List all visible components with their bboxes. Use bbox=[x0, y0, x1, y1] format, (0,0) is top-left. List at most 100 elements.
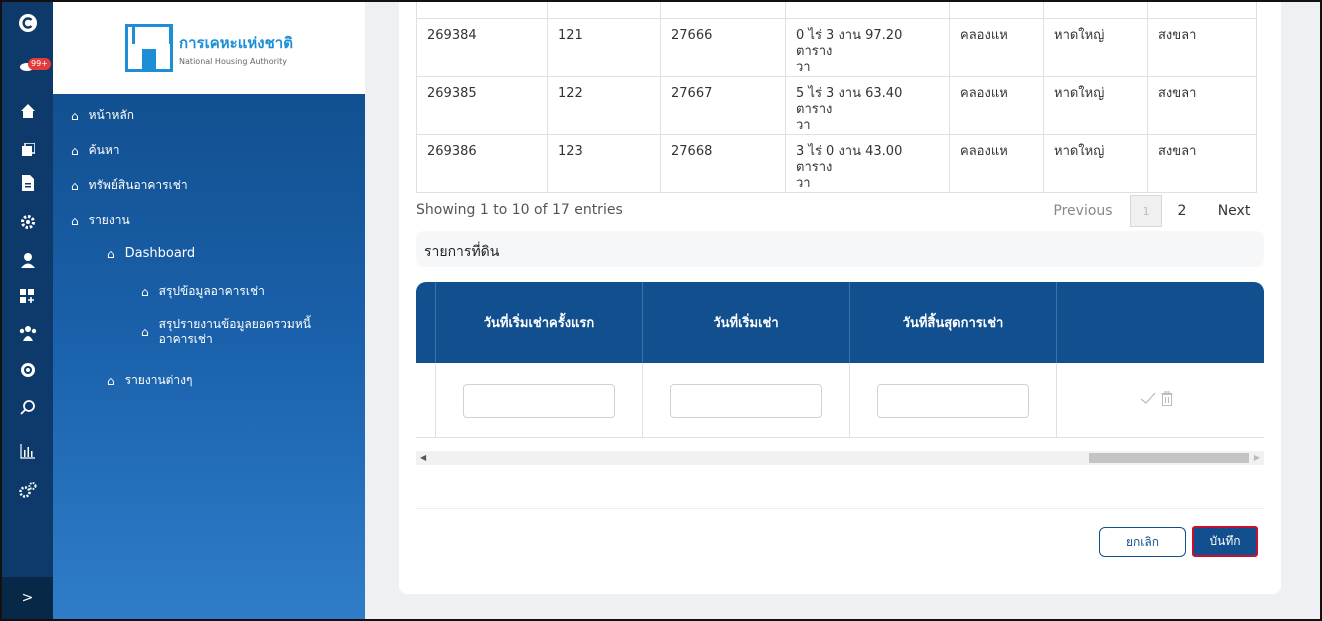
first-lease-start-input[interactable] bbox=[463, 384, 615, 418]
table-cell: หาดใหญ่ bbox=[1043, 18, 1148, 77]
lease-start-input[interactable] bbox=[670, 384, 822, 418]
table-cell: สงขลา bbox=[1147, 134, 1257, 193]
home-outline-icon: ⌂ bbox=[107, 246, 115, 261]
icon-rail: 99+ > bbox=[2, 2, 53, 619]
grid-plus-icon[interactable] bbox=[2, 283, 53, 309]
table-cell: 121 bbox=[547, 18, 661, 77]
logo-c-icon[interactable] bbox=[2, 10, 53, 36]
lease-end-input[interactable] bbox=[877, 384, 1029, 418]
sidebar-item-label: หน้าหลัก bbox=[88, 108, 135, 122]
sidebar-item-debt-summary[interactable]: ⌂ สรุปรายงานข้อมูลยอดรวมหนี้ อาคารเช่า bbox=[141, 317, 311, 347]
table-cell-area: 5 ไร่ 3 งาน 63.40 ตาราง วา bbox=[785, 76, 950, 135]
area-line2: วา bbox=[796, 59, 811, 75]
home-outline-icon: ⌂ bbox=[71, 213, 79, 228]
confirm-check-icon[interactable] bbox=[1140, 391, 1156, 409]
table-cell: คลองแห bbox=[949, 134, 1044, 193]
table-cell: 269385 bbox=[416, 76, 548, 135]
table-cell: 269386 bbox=[416, 134, 548, 193]
table-cell: หาดใหญ่ bbox=[1043, 76, 1148, 135]
home-outline-icon: ⌂ bbox=[107, 373, 115, 388]
users-icon[interactable] bbox=[2, 320, 53, 346]
sidebar-item-label: ค้นหา bbox=[88, 143, 120, 157]
table-cell: 123 bbox=[547, 134, 661, 193]
home-outline-icon: ⌂ bbox=[71, 178, 79, 193]
sidebar-toggle-button[interactable]: > bbox=[2, 577, 53, 619]
sidebar-item-label: สรุปรายงานข้อมูลยอดรวมหนี้ bbox=[158, 317, 311, 331]
table-row bbox=[416, 2, 1257, 19]
scroll-right-icon[interactable]: ▶ bbox=[1254, 451, 1260, 465]
table-cell: 27666 bbox=[660, 18, 786, 77]
file-icon[interactable] bbox=[2, 170, 53, 196]
logo-name-en: National Housing Authority bbox=[179, 56, 288, 66]
pagination-page-1[interactable]: 1 bbox=[1130, 195, 1162, 227]
lease-table-header: วันที่เริ่มเช่าครั้งแรก วันที่เริ่มเช่า … bbox=[416, 282, 1264, 363]
search-icon[interactable] bbox=[2, 394, 53, 420]
sidebar-item-label: ทรัพย์สินอาคารเช่า bbox=[88, 178, 188, 192]
table-row[interactable]: 269385 122 27667 5 ไร่ 3 งาน 63.40 ตาราง… bbox=[416, 76, 1257, 135]
sidebar-item-label: สรุปข้อมูลอาคารเช่า bbox=[158, 284, 265, 298]
home-outline-icon: ⌂ bbox=[71, 143, 79, 158]
copy-icon[interactable] bbox=[2, 137, 53, 163]
table-cell-area: 3 ไร่ 0 งาน 43.00 ตาราง วา bbox=[785, 134, 950, 193]
table-row[interactable]: 269384 121 27666 0 ไร่ 3 งาน 97.20 ตาราง… bbox=[416, 18, 1257, 77]
table-cell: หาดใหญ่ bbox=[1043, 134, 1148, 193]
sidebar-item-reports[interactable]: ⌂ รายงาน bbox=[71, 211, 130, 230]
sidebar-item-dashboard[interactable]: ⌂ Dashboard bbox=[107, 246, 195, 261]
table-cell: 27667 bbox=[660, 76, 786, 135]
home-icon[interactable] bbox=[2, 98, 53, 124]
area-line2: วา bbox=[796, 117, 811, 133]
table-cell: สงขลา bbox=[1147, 76, 1257, 135]
cancel-button[interactable]: ยกเลิก bbox=[1099, 527, 1186, 557]
table-cell: 27668 bbox=[660, 134, 786, 193]
app-frame: 99+ > การเคหะแห่งชาติ National Housing A… bbox=[0, 0, 1322, 621]
table-cell: คลองแห bbox=[949, 76, 1044, 135]
sidebar-item-rental-assets[interactable]: ⌂ ทรัพย์สินอาคารเช่า bbox=[71, 176, 188, 195]
section-title: รายการที่ดิน bbox=[416, 231, 1264, 267]
area-line1: 0 ไร่ 3 งาน 97.20 ตาราง bbox=[796, 27, 903, 59]
sidebar-item-label: Dashboard bbox=[124, 246, 196, 261]
sidebar-item-other-reports[interactable]: ⌂ รายงานต่างๆ bbox=[107, 371, 192, 390]
delete-trash-icon[interactable] bbox=[1161, 390, 1173, 410]
area-line1: 5 ไร่ 3 งาน 63.40 ตาราง bbox=[796, 85, 903, 117]
lease-table-row bbox=[416, 363, 1264, 438]
sidebar-item-home[interactable]: ⌂ หน้าหลัก bbox=[71, 106, 134, 125]
header-first-lease-start: วันที่เริ่มเช่าครั้งแรก bbox=[483, 316, 595, 331]
entries-summary: Showing 1 to 10 of 17 entries bbox=[416, 202, 623, 218]
gear-icon[interactable] bbox=[2, 209, 53, 235]
sidebar-item-rental-summary[interactable]: ⌂ สรุปข้อมูลอาคารเช่า bbox=[141, 282, 265, 301]
area-line2: วา bbox=[796, 175, 811, 191]
sidebar-item-label-line2: อาคารเช่า bbox=[158, 332, 213, 346]
home-outline-icon: ⌂ bbox=[141, 325, 149, 339]
sidebar-item-label: รายงาน bbox=[88, 213, 130, 227]
settings-icon[interactable] bbox=[2, 357, 53, 383]
home-outline-icon: ⌂ bbox=[71, 108, 79, 123]
scroll-left-icon[interactable]: ◀ bbox=[420, 451, 426, 465]
table-cell: 122 bbox=[547, 76, 661, 135]
header-lease-end: วันที่สิ้นสุดการเช่า bbox=[902, 316, 1004, 331]
table-cell: สงขลา bbox=[1147, 18, 1257, 77]
logo[interactable]: การเคหะแห่งชาติ National Housing Authori… bbox=[53, 2, 365, 94]
table-cell: คลองแห bbox=[949, 18, 1044, 77]
cogs-icon[interactable] bbox=[2, 477, 53, 503]
scrollbar-thumb[interactable] bbox=[1089, 453, 1249, 463]
pagination-next[interactable]: Next bbox=[1210, 195, 1258, 227]
bar-chart-icon[interactable] bbox=[2, 438, 53, 464]
notification-badge: 99+ bbox=[28, 58, 51, 70]
sidebar: การเคหะแห่งชาติ National Housing Authori… bbox=[53, 2, 365, 619]
table-cell: 269384 bbox=[416, 18, 548, 77]
logo-name-th: การเคหะแห่งชาติ bbox=[179, 33, 293, 52]
pagination-previous[interactable]: Previous bbox=[1048, 195, 1118, 227]
area-line1: 3 ไร่ 0 งาน 43.00 ตาราง bbox=[796, 143, 903, 175]
land-table: 269384 121 27666 0 ไร่ 3 งาน 97.20 ตาราง… bbox=[416, 2, 1257, 193]
pagination-page-2[interactable]: 2 bbox=[1168, 195, 1196, 227]
sidebar-item-label: รายงานต่างๆ bbox=[124, 373, 193, 387]
save-button[interactable]: บันทึก bbox=[1192, 526, 1258, 557]
table-cell-area: 0 ไร่ 3 งาน 97.20 ตาราง วา bbox=[785, 18, 950, 77]
horizontal-scrollbar[interactable]: ◀ ▶ bbox=[416, 451, 1264, 465]
sidebar-item-search[interactable]: ⌂ ค้นหา bbox=[71, 141, 120, 160]
header-lease-start: วันที่เริ่มเช่า bbox=[713, 316, 779, 331]
divider bbox=[416, 508, 1264, 509]
table-row[interactable]: 269386 123 27668 3 ไร่ 0 งาน 43.00 ตาราง… bbox=[416, 134, 1257, 193]
nha-logo-icon bbox=[125, 24, 174, 72]
user-icon[interactable] bbox=[2, 247, 53, 273]
